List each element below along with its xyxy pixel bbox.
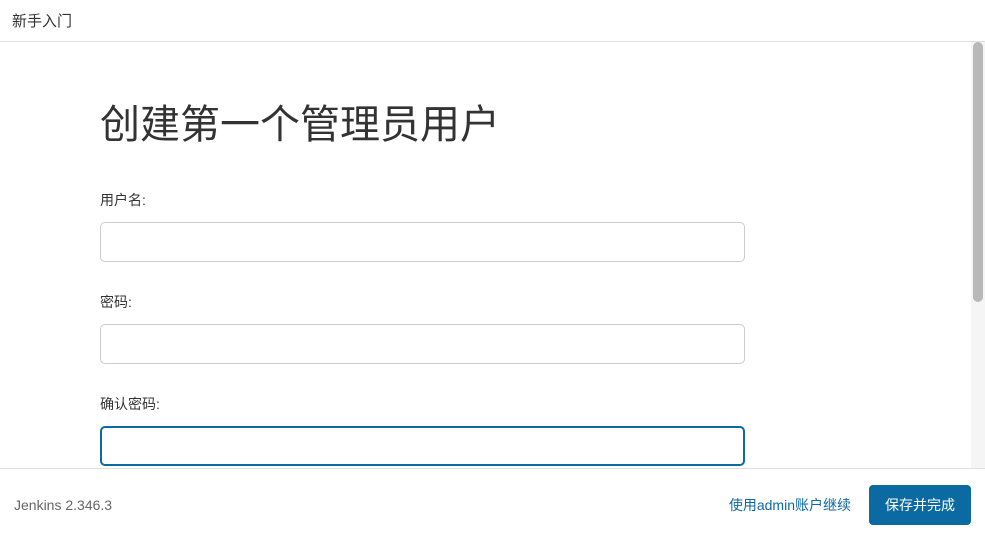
save-button[interactable]: 保存并完成	[869, 485, 971, 525]
confirm-password-label: 确认密码:	[100, 394, 871, 414]
page-title: 创建第一个管理员用户	[100, 92, 871, 150]
content-area: 创建第一个管理员用户 用户名: 密码: 确认密码:	[0, 42, 971, 468]
password-label: 密码:	[100, 292, 871, 312]
username-input[interactable]	[100, 222, 745, 262]
wizard-header: 新手入门	[0, 0, 985, 42]
form-group-password: 密码:	[100, 292, 871, 364]
footer: Jenkins 2.346.3 使用admin账户继续 保存并完成	[0, 469, 985, 541]
content-wrapper: 创建第一个管理员用户 用户名: 密码: 确认密码:	[0, 42, 985, 469]
scrollbar-thumb[interactable]	[973, 42, 983, 302]
confirm-password-input[interactable]	[100, 426, 745, 466]
username-label: 用户名:	[100, 190, 871, 210]
footer-actions: 使用admin账户继续 保存并完成	[729, 485, 971, 525]
form-group-username: 用户名:	[100, 190, 871, 262]
form-group-confirm-password: 确认密码:	[100, 394, 871, 466]
scrollbar[interactable]	[971, 42, 985, 468]
skip-button[interactable]: 使用admin账户继续	[729, 495, 851, 515]
version-text: Jenkins 2.346.3	[14, 497, 112, 513]
password-input[interactable]	[100, 324, 745, 364]
wizard-title: 新手入门	[12, 13, 72, 30]
